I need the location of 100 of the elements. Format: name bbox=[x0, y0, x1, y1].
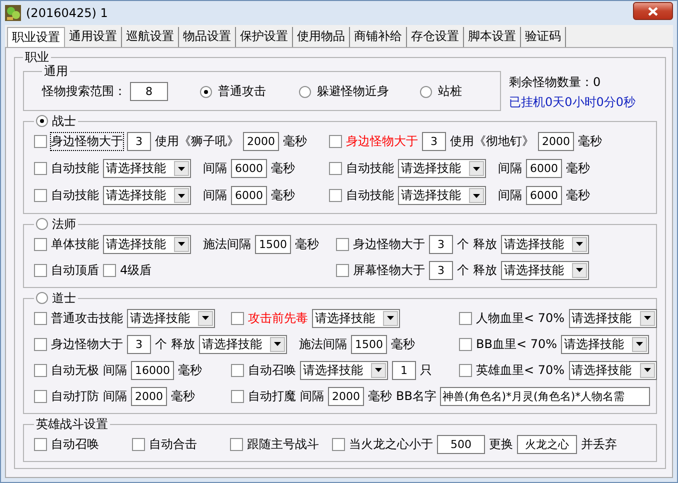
skill-dropdown[interactable]: 请选择技能 bbox=[103, 159, 191, 178]
field-label: 个 bbox=[155, 336, 167, 352]
checkbox[interactable] bbox=[103, 264, 116, 276]
input-field[interactable]: 2000 bbox=[328, 386, 364, 406]
input-field[interactable]: 2000 bbox=[243, 132, 279, 151]
input-field[interactable]: 3 bbox=[429, 260, 453, 280]
caret-icon bbox=[202, 316, 209, 320]
input-field[interactable]: 3 bbox=[127, 132, 151, 151]
checkbox-label: 身边怪物大于 bbox=[353, 236, 425, 252]
caret-icon bbox=[473, 166, 480, 170]
radio-button[interactable] bbox=[420, 86, 432, 98]
field-label: 毫秒 bbox=[271, 187, 295, 204]
checkbox[interactable] bbox=[329, 189, 342, 202]
checkbox[interactable] bbox=[34, 238, 47, 250]
checkbox[interactable] bbox=[336, 264, 349, 276]
close-button[interactable] bbox=[633, 2, 673, 20]
input-field[interactable]: 2000 bbox=[538, 132, 574, 151]
input-field[interactable]: 神兽(角色名)*月灵(角色名)*人物名需 bbox=[440, 386, 650, 406]
checkbox[interactable] bbox=[231, 390, 244, 402]
input-field[interactable]: 6000 bbox=[231, 186, 267, 205]
caret-icon bbox=[375, 368, 382, 372]
radio-button[interactable] bbox=[36, 115, 48, 127]
checkbox[interactable] bbox=[329, 135, 342, 148]
input-field[interactable]: 3 bbox=[127, 334, 151, 354]
skill-dropdown[interactable]: 请选择技能 bbox=[103, 186, 191, 205]
checkbox-label: 身边怪物大于 bbox=[346, 133, 418, 150]
field-label: 使用《狮子吼》 bbox=[155, 133, 239, 150]
checkbox[interactable] bbox=[332, 438, 345, 450]
skill-dropdown[interactable]: 请选择技能 bbox=[199, 334, 287, 354]
checkbox-label: 自动顶盾 bbox=[51, 262, 99, 278]
input-field[interactable]: 16000 bbox=[131, 360, 174, 380]
field-label: 怪物搜索范围： bbox=[42, 83, 126, 100]
field-label: 间隔 bbox=[103, 388, 127, 404]
checkbox-label: 普通攻击技能 bbox=[51, 310, 123, 326]
checkbox[interactable] bbox=[34, 390, 47, 402]
checkbox[interactable] bbox=[34, 135, 47, 148]
input-field[interactable]: 1 bbox=[392, 360, 416, 380]
checkbox-label: BB血里< 70% bbox=[476, 336, 558, 352]
checkbox[interactable] bbox=[231, 312, 244, 324]
checkbox[interactable] bbox=[34, 364, 47, 376]
checkbox-label: 自动合击 bbox=[149, 436, 197, 452]
checkbox[interactable] bbox=[459, 364, 472, 376]
skill-dropdown[interactable]: 请选择技能 bbox=[568, 360, 657, 380]
radio-button[interactable] bbox=[299, 86, 311, 98]
app-icon bbox=[5, 5, 21, 21]
skill-dropdown[interactable]: 请选择技能 bbox=[312, 308, 400, 328]
checkbox-label: 4级盾 bbox=[120, 262, 152, 278]
input-field[interactable]: 6000 bbox=[526, 159, 562, 178]
input-field[interactable]: 2000 bbox=[131, 386, 167, 406]
tab[interactable]: 职业设置 bbox=[7, 27, 65, 47]
caret-icon bbox=[473, 194, 480, 198]
checkbox[interactable] bbox=[336, 238, 349, 250]
checkbox[interactable] bbox=[34, 312, 47, 324]
checkbox[interactable] bbox=[231, 364, 244, 376]
checkbox[interactable] bbox=[34, 338, 47, 350]
field-label: 间隔 bbox=[300, 388, 324, 404]
skill-dropdown[interactable]: 请选择技能 bbox=[561, 334, 650, 354]
skill-dropdown[interactable]: 请选择技能 bbox=[398, 186, 486, 205]
input-field[interactable]: 1500 bbox=[255, 234, 291, 254]
skill-dropdown[interactable]: 请选择技能 bbox=[568, 308, 657, 328]
checkbox-label: 身边怪物大于 bbox=[51, 336, 123, 352]
skill-dropdown[interactable]: 请选择技能 bbox=[300, 360, 388, 380]
input-field[interactable]: 6000 bbox=[526, 186, 562, 205]
skill-dropdown[interactable]: 请选择技能 bbox=[103, 234, 191, 254]
checkbox[interactable] bbox=[459, 312, 472, 324]
radio-button[interactable] bbox=[36, 292, 48, 304]
field-label: 毫秒 bbox=[368, 388, 392, 404]
field-label: 只 bbox=[420, 362, 432, 378]
checkbox-label: 自动技能 bbox=[51, 160, 99, 177]
checkbox-label: 单体技能 bbox=[51, 236, 99, 252]
input-field[interactable]: 6000 bbox=[231, 159, 267, 178]
caret-icon bbox=[576, 242, 583, 246]
checkbox[interactable] bbox=[329, 162, 342, 175]
input-field[interactable]: 8 bbox=[130, 82, 168, 101]
input-field[interactable]: 火龙之心 bbox=[517, 434, 577, 454]
field-label: 毫秒 bbox=[566, 187, 590, 204]
checkbox[interactable] bbox=[459, 338, 472, 350]
checkbox-label: 人物血里< 70% bbox=[476, 310, 565, 326]
checkbox-label: 英雄血里< 70% bbox=[476, 362, 565, 378]
checkbox[interactable] bbox=[34, 189, 47, 202]
checkbox[interactable] bbox=[230, 438, 243, 450]
checkbox[interactable] bbox=[132, 438, 145, 450]
checkbox[interactable] bbox=[34, 162, 47, 175]
skill-dropdown[interactable]: 请选择技能 bbox=[398, 159, 486, 178]
radio-button[interactable] bbox=[200, 86, 212, 98]
checkbox[interactable] bbox=[34, 438, 47, 450]
checkbox-label: 自动技能 bbox=[346, 160, 394, 177]
input-field[interactable]: 500 bbox=[437, 434, 485, 454]
input-field[interactable]: 3 bbox=[429, 234, 453, 254]
radio-button[interactable] bbox=[36, 218, 48, 230]
field-label: 间隔 bbox=[203, 187, 227, 204]
skill-dropdown[interactable]: 请选择技能 bbox=[501, 234, 589, 254]
checkbox-label: 自动技能 bbox=[346, 187, 394, 204]
input-field[interactable]: 3 bbox=[422, 132, 446, 151]
skill-dropdown[interactable]: 请选择技能 bbox=[501, 260, 589, 280]
checkbox-label: 自动技能 bbox=[51, 187, 99, 204]
group-title: 法师 bbox=[52, 217, 76, 231]
checkbox[interactable] bbox=[34, 264, 47, 276]
input-field[interactable]: 1500 bbox=[351, 334, 387, 354]
skill-dropdown[interactable]: 请选择技能 bbox=[127, 308, 215, 328]
